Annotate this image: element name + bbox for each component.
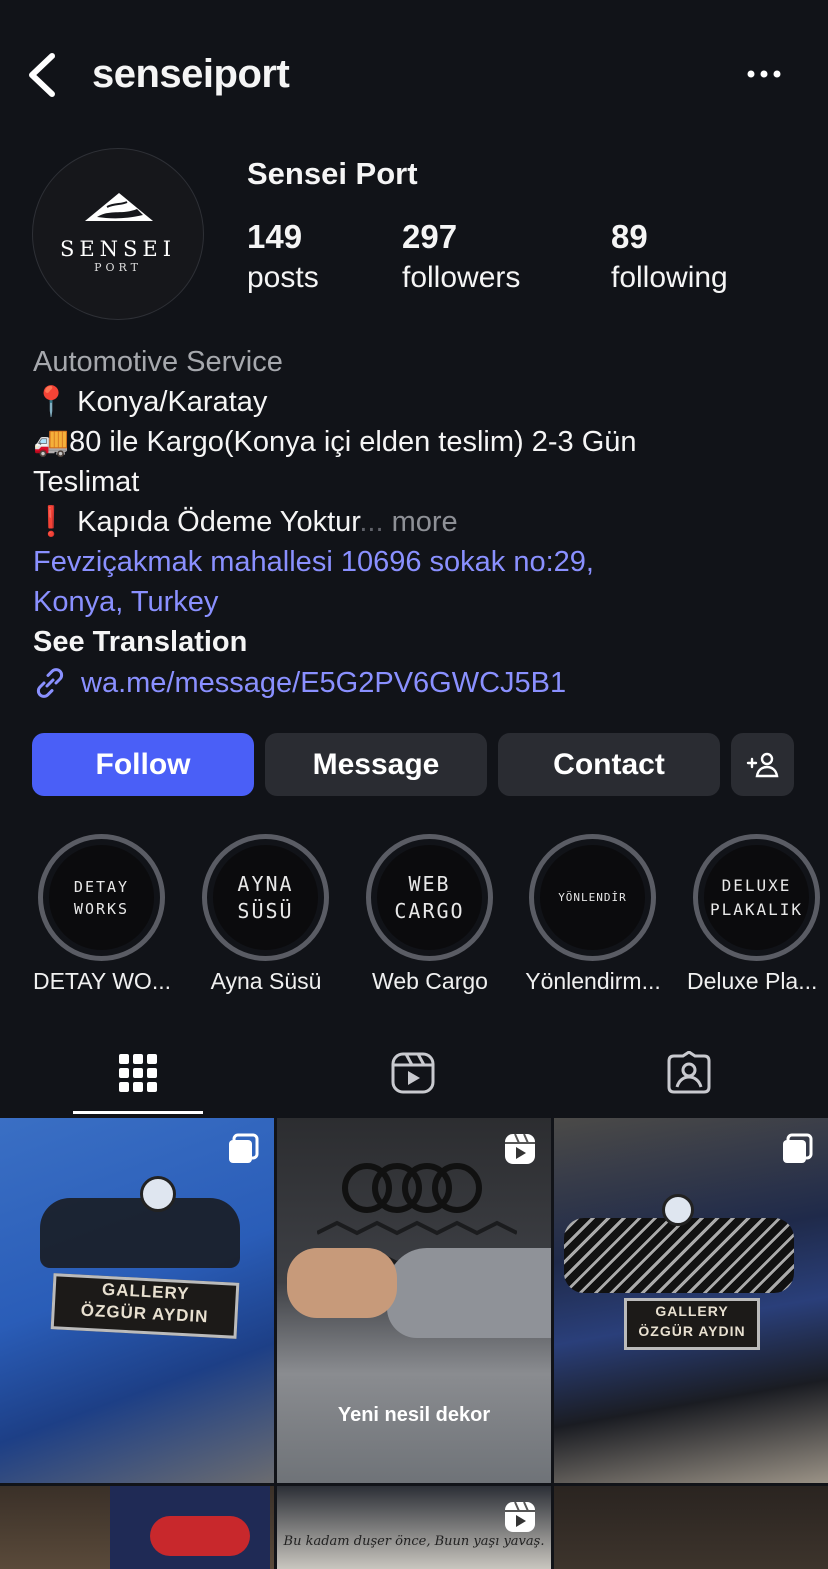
bio-line: ❗ Kapıda Ödeme Yoktur... more bbox=[33, 502, 458, 542]
car-grille-shape bbox=[40, 1198, 240, 1268]
address-link-line2[interactable]: Konya, Turkey bbox=[33, 582, 218, 622]
post-thumbnail[interactable] bbox=[554, 1486, 828, 1569]
tab-posts-grid[interactable] bbox=[102, 1042, 174, 1104]
following-label[interactable]: following bbox=[611, 261, 728, 295]
profile-category: Automotive Service bbox=[33, 346, 283, 378]
license-plate: GALLERY ÖZGÜR AYDIN bbox=[624, 1298, 760, 1350]
highlight-label[interactable]: Web Cargo bbox=[350, 968, 510, 995]
follow-button[interactable]: Follow bbox=[32, 733, 254, 796]
ellipsis-icon bbox=[747, 70, 781, 78]
avatar-brand-subtext: PORT bbox=[94, 261, 142, 274]
post-thumbnail[interactable]: GALLERY ÖZGÜR AYDIN bbox=[0, 1118, 274, 1483]
bmw-logo-shape bbox=[662, 1194, 694, 1226]
followers-label[interactable]: followers bbox=[402, 261, 520, 295]
message-button[interactable]: Message bbox=[265, 733, 487, 796]
plate-line: ÖZGÜR AYDIN bbox=[638, 1323, 746, 1339]
website-link-text: wa.me/message/E5G2PV6GWCJ5B1 bbox=[81, 666, 567, 699]
story-highlight[interactable]: DELUXE PLAKALIK bbox=[693, 834, 820, 961]
reels-icon bbox=[391, 1052, 435, 1094]
post-thumbnail[interactable]: Bu kadam duşer önce, Buun yaşı yavaş. bbox=[277, 1486, 551, 1569]
diamond-grille-shape bbox=[564, 1218, 794, 1293]
back-button[interactable] bbox=[22, 50, 62, 100]
more-options-button[interactable] bbox=[742, 62, 786, 86]
avatar-brand-text: SENSEI bbox=[59, 237, 177, 261]
post-caption-overlay: Bu kadam duşer önce, Buun yaşı yavaş. bbox=[283, 1534, 545, 1549]
grid-icon bbox=[119, 1054, 157, 1092]
highlight-label[interactable]: DETAY WO... bbox=[22, 968, 182, 995]
bio-line: 📍 Konya/Karatay bbox=[33, 386, 268, 418]
sensei-logo-icon bbox=[85, 193, 153, 221]
selected-tab-indicator bbox=[73, 1111, 203, 1114]
reels-icon bbox=[505, 1133, 535, 1164]
highlight-cover: AYNA SÜSÜ bbox=[213, 845, 318, 950]
add-person-icon bbox=[746, 752, 778, 777]
bio-more-link[interactable]: more bbox=[392, 506, 458, 538]
highlight-label[interactable]: Yönlendirm... bbox=[513, 968, 673, 995]
tab-tagged[interactable] bbox=[653, 1042, 725, 1104]
highlight-label[interactable]: Ayna Süsü bbox=[186, 968, 346, 995]
post-thumbnail[interactable]: GALLERY ÖZGÜR AYDIN bbox=[554, 1118, 828, 1483]
license-plate: GALLERY ÖZGÜR AYDIN bbox=[50, 1273, 240, 1339]
suggested-accounts-button[interactable] bbox=[731, 733, 794, 796]
tab-reels[interactable] bbox=[377, 1042, 449, 1104]
carousel-icon bbox=[229, 1133, 259, 1163]
chevron-left-icon bbox=[29, 53, 55, 97]
reels-icon bbox=[505, 1501, 535, 1532]
profile-username: senseiport bbox=[92, 52, 290, 96]
plate-line: GALLERY bbox=[655, 1303, 729, 1319]
sleeve-shape bbox=[387, 1248, 551, 1338]
bio-website-link[interactable]: wa.me/message/E5G2PV6GWCJ5B1 bbox=[33, 666, 566, 700]
bio-text: ❗ Kapıda Ödeme Yoktur bbox=[33, 506, 360, 538]
post-thumbnail[interactable]: Yeni nesil dekor bbox=[277, 1118, 551, 1483]
story-highlight[interactable]: YÖNLENDİR bbox=[529, 834, 656, 961]
avatar[interactable]: SENSEI PORT bbox=[32, 148, 204, 320]
posts-label[interactable]: posts bbox=[247, 261, 319, 295]
hand-shape bbox=[287, 1248, 397, 1318]
link-icon bbox=[36, 668, 64, 698]
bio-ellipsis: ... bbox=[359, 506, 384, 538]
profile-full-name: Sensei Port bbox=[247, 156, 418, 191]
bmw-logo-shape bbox=[140, 1176, 176, 1212]
highlight-cover: DELUXE PLAKALIK bbox=[704, 845, 809, 950]
posts-count[interactable]: 149 bbox=[247, 218, 302, 256]
bio-line: Teslimat bbox=[33, 466, 140, 498]
highlight-cover: WEB CARGO bbox=[377, 845, 482, 950]
red-logo-shape bbox=[150, 1516, 250, 1556]
contact-button[interactable]: Contact bbox=[498, 733, 720, 796]
story-highlight[interactable]: AYNA SÜSÜ bbox=[202, 834, 329, 961]
address-link[interactable]: Fevziçakmak mahallesi 10696 sokak no:29, bbox=[33, 542, 594, 582]
bio-line: 🚚80 ile Kargo(Konya içi elden teslim) 2-… bbox=[33, 426, 637, 458]
story-highlight[interactable]: WEB CARGO bbox=[366, 834, 493, 961]
tagged-icon bbox=[667, 1051, 711, 1094]
see-translation-link[interactable]: See Translation bbox=[33, 622, 247, 662]
highlight-cover: DETAY WORKS bbox=[49, 845, 154, 950]
carousel-icon bbox=[783, 1133, 813, 1163]
following-count[interactable]: 89 bbox=[611, 218, 648, 256]
highlight-cover: YÖNLENDİR bbox=[540, 845, 645, 950]
post-thumbnail[interactable] bbox=[0, 1486, 274, 1569]
followers-count[interactable]: 297 bbox=[402, 218, 457, 256]
highlight-label[interactable]: Deluxe Pla... bbox=[677, 968, 828, 995]
post-caption-overlay: Yeni nesil dekor bbox=[337, 1404, 491, 1426]
story-highlight[interactable]: DETAY WORKS bbox=[38, 834, 165, 961]
